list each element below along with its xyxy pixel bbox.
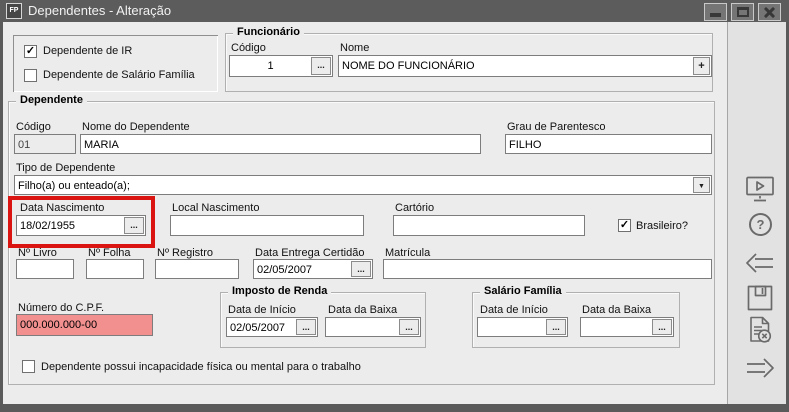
sf-data-baixa-field[interactable]: ...	[580, 317, 674, 337]
checkbox-dependente-ir[interactable]: ✓	[24, 45, 37, 58]
question-mark-icon: ?	[757, 217, 765, 232]
checkbox-incapacidade-label: Dependente possui incapacidade física ou…	[41, 361, 361, 373]
dependente-nome-value: MARIA	[84, 139, 119, 151]
window-title: Dependentes - Alteração	[28, 3, 171, 18]
num-registro-label: Nº Registro	[157, 247, 213, 259]
help-button[interactable]: ?	[749, 213, 772, 236]
data-nascimento-browse-button[interactable]: ...	[124, 217, 144, 234]
group-salario-familia-title: Salário Família	[480, 285, 566, 297]
group-dependente-title: Dependente	[16, 94, 87, 106]
checkbox-brasileiro[interactable]: ✓	[618, 219, 631, 232]
data-nascimento-value: 18/02/1955	[20, 220, 75, 232]
num-folha-field[interactable]	[86, 259, 144, 279]
cartorio-label: Cartório	[395, 202, 434, 214]
num-livro-label: Nº Livro	[18, 247, 57, 259]
maximize-icon	[737, 7, 749, 17]
dependente-codigo-value: 01	[18, 139, 30, 151]
sf-data-baixa-browse-button[interactable]: ...	[652, 319, 672, 335]
num-registro-field[interactable]	[155, 259, 239, 279]
grau-parentesco-field[interactable]: FILHO	[505, 134, 712, 154]
ir-data-inicio-value: 02/05/2007	[230, 322, 285, 334]
dependente-codigo-field: 01	[14, 134, 76, 154]
group-imposto-renda-title: Imposto de Renda	[228, 285, 331, 297]
delete-record-button[interactable]	[747, 316, 779, 348]
floppy-disk-icon	[746, 284, 774, 312]
minimize-button[interactable]	[704, 3, 727, 21]
checkbox-dependente-salario-familia-label: Dependente de Salário Família	[43, 69, 195, 81]
arrow-right-icon	[744, 356, 776, 380]
group-funcionario-title: Funcionário	[233, 26, 304, 38]
dependente-nome-field[interactable]: MARIA	[80, 134, 481, 154]
funcionario-nome-label: Nome	[340, 42, 369, 54]
tipo-dependente-dropdown-button[interactable]: ▼	[693, 177, 710, 193]
data-entrega-certidao-value: 02/05/2007	[257, 264, 312, 276]
cartorio-field[interactable]	[393, 215, 585, 236]
ir-data-baixa-field[interactable]: ...	[325, 317, 421, 337]
funcionario-codigo-label: Código	[231, 42, 266, 54]
funcionario-nome-field[interactable]: NOME DO FUNCIONÁRIO +	[338, 55, 712, 77]
sf-data-baixa-label: Data da Baixa	[582, 304, 651, 316]
close-button[interactable]	[758, 3, 781, 21]
local-nascimento-field[interactable]	[170, 215, 364, 236]
minimize-icon	[710, 13, 721, 17]
tipo-dependente-combobox[interactable]: Filho(a) ou enteado(a); ▼	[14, 175, 712, 195]
ir-data-inicio-label: Data de Início	[228, 304, 296, 316]
sf-data-inicio-browse-button[interactable]: ...	[546, 319, 566, 335]
matricula-label: Matrícula	[385, 247, 430, 259]
run-button[interactable]	[744, 175, 776, 207]
funcionario-nome-value: NOME DO FUNCIONÁRIO	[342, 60, 475, 72]
data-entrega-certidao-field[interactable]: 02/05/2007 ...	[253, 259, 373, 279]
next-button[interactable]	[744, 356, 776, 388]
previous-button[interactable]	[744, 251, 776, 283]
dialog-window: FP Dependentes - Alteração ✓ Dependente …	[0, 0, 789, 412]
cpf-value: 000.000.000-00	[20, 319, 97, 331]
ir-data-baixa-label: Data da Baixa	[328, 304, 397, 316]
dependency-type-panel	[13, 35, 218, 92]
document-delete-icon	[747, 316, 775, 345]
grau-parentesco-label: Grau de Parentesco	[507, 121, 605, 133]
titlebar[interactable]: FP Dependentes - Alteração	[0, 0, 789, 22]
checkbox-dependente-salario-familia[interactable]	[24, 69, 37, 82]
arrow-left-icon	[744, 251, 776, 275]
checkbox-brasileiro-label: Brasileiro?	[636, 220, 688, 232]
tipo-dependente-label: Tipo de Dependente	[16, 162, 115, 174]
num-folha-label: Nº Folha	[88, 247, 131, 259]
sf-data-inicio-label: Data de Início	[480, 304, 548, 316]
sf-data-inicio-field[interactable]: ...	[477, 317, 568, 337]
funcionario-codigo-value: 1	[267, 60, 273, 72]
checkbox-dependente-ir-label: Dependente de IR	[43, 45, 132, 57]
funcionario-codigo-browse-button[interactable]: ...	[311, 57, 331, 75]
grau-parentesco-value: FILHO	[509, 139, 541, 151]
local-nascimento-label: Local Nascimento	[172, 202, 259, 214]
funcionario-nome-add-button[interactable]: +	[693, 57, 710, 75]
dependente-nome-label: Nome do Dependente	[82, 121, 190, 133]
ir-data-baixa-browse-button[interactable]: ...	[399, 319, 419, 335]
app-icon: FP	[6, 3, 22, 19]
matricula-field[interactable]	[383, 259, 712, 279]
data-entrega-certidao-label: Data Entrega Certidão	[255, 247, 364, 259]
monitor-play-icon	[744, 175, 776, 205]
dependente-codigo-label: Código	[16, 121, 51, 133]
tipo-dependente-value: Filho(a) ou enteado(a);	[18, 180, 130, 192]
save-button[interactable]	[746, 284, 778, 316]
funcionario-codigo-field[interactable]: 1 ...	[229, 55, 333, 77]
maximize-button[interactable]	[731, 3, 754, 21]
num-livro-field[interactable]	[16, 259, 74, 279]
cpf-label: Número do C.P.F.	[18, 302, 104, 314]
ir-data-inicio-browse-button[interactable]: ...	[296, 319, 316, 335]
data-nascimento-label: Data Nascimento	[20, 202, 104, 214]
checkbox-incapacidade[interactable]	[22, 360, 35, 373]
cpf-field[interactable]: 000.000.000-00	[16, 314, 153, 336]
ir-data-inicio-field[interactable]: 02/05/2007 ...	[226, 317, 318, 337]
data-entrega-certidao-browse-button[interactable]: ...	[351, 261, 371, 277]
data-nascimento-field[interactable]: 18/02/1955 ...	[16, 215, 146, 236]
